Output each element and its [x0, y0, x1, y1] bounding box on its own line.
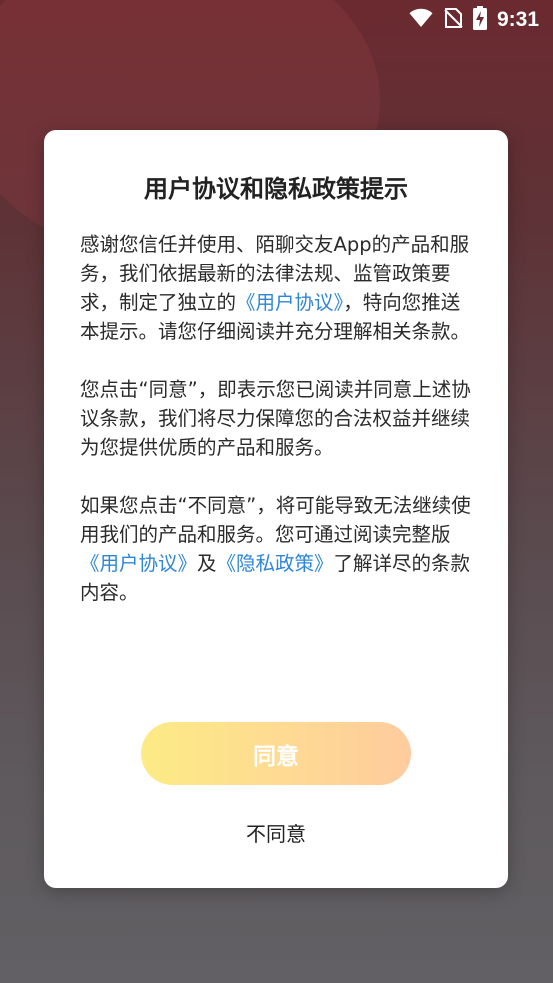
dialog-body: 感谢您信任并使用、陌聊交友App的产品和服务，我们依据最新的法律法规、监管政策要…	[80, 230, 472, 636]
dialog-title: 用户协议和隐私政策提示	[144, 175, 408, 203]
paragraph-3-and: 及	[197, 552, 217, 575]
status-time: 9:31	[496, 8, 539, 31]
dialog-paragraph-3: 如果您点击“不同意”，将可能导致无法继续使用我们的产品和服务。您可通过阅读完整版…	[80, 491, 472, 607]
dialog-paragraph-1: 感谢您信任并使用、陌聊交友App的产品和服务，我们依据最新的法律法规、监管政策要…	[80, 230, 472, 346]
agree-button[interactable]: 同意	[141, 722, 411, 785]
dialog-paragraph-2: 您点击“同意”，即表示您已阅读并同意上述协议条款，我们将尽力保障您的合法权益并继…	[80, 378, 471, 459]
agreement-dialog: 用户协议和隐私政策提示 感谢您信任并使用、陌聊交友App的产品和服务，我们依据最…	[44, 130, 508, 888]
app-screen: 9:31 用户协议和隐私政策提示 感谢您信任并使用、陌聊交友App的产品和服务，…	[0, 0, 553, 983]
status-icons: 9:31	[409, 6, 539, 34]
privacy-policy-link[interactable]: 《隐私政策》	[217, 552, 334, 575]
paragraph-3-text: 如果您点击“不同意”，将可能导致无法继续使用我们的产品和服务。您可通过阅读完整版	[80, 494, 471, 546]
no-signal-icon	[443, 7, 463, 33]
user-agreement-link[interactable]: 《用户协议》	[236, 291, 343, 314]
battery-charging-icon	[472, 6, 487, 34]
user-agreement-link-2[interactable]: 《用户协议》	[80, 552, 197, 575]
status-bar: 9:31	[0, 0, 553, 40]
disagree-button[interactable]: 不同意	[186, 814, 366, 854]
wifi-icon	[409, 8, 433, 32]
